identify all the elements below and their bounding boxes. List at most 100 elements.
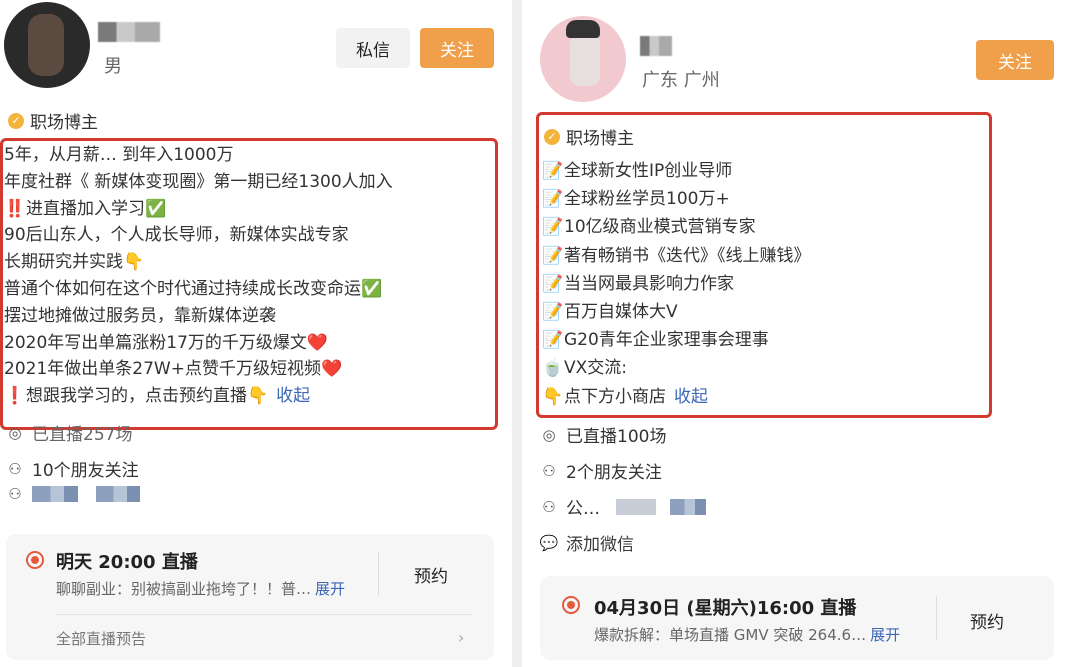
bio-line: 90后山东人，个人成长导师，新媒体实战专家 — [4, 224, 349, 246]
bio-line: 2021年做出单条27W+点赞千万级短视频❤️ — [4, 358, 342, 380]
bio-line-text: G20青年企业家理事会理事 — [564, 330, 769, 351]
add-wechat-text: 添加微信 — [566, 535, 634, 555]
bio-line-text: 10亿级商业模式营销专家 — [564, 217, 756, 238]
follow-button[interactable]: 关注 — [976, 40, 1054, 80]
bio-line: ‼️进直播加入学习✅ — [4, 198, 166, 220]
bio-emoji-icon: 📝 — [542, 217, 564, 238]
live-preview-card[interactable]: 明天 20:00 直播 聊聊副业：别被搞副业拖垮了！！普… 展开 预约 全部直播预… — [6, 534, 494, 660]
person-icon: ⚇ — [8, 485, 22, 503]
bio-emoji-icon: 📝 — [542, 189, 564, 210]
bio-emoji-icon: 📝 — [542, 330, 564, 351]
bio-line-text: VX交流: — [564, 358, 628, 379]
avatar-hair — [566, 20, 600, 38]
bio-line: 📝10亿级商业模式营销专家 — [542, 216, 756, 238]
friends-follow-row[interactable]: ⚇ 10个朋友关注 — [6, 456, 139, 482]
live-count-row: ◎ 已直播100场 — [540, 422, 667, 448]
collapse-link[interactable]: 收起 — [674, 387, 708, 407]
bio-emoji-icon: 📝 — [542, 302, 564, 322]
add-wechat-row[interactable]: 💬 添加微信 — [539, 530, 634, 556]
bio-line: 🍵VX交流: — [542, 357, 627, 379]
blurred-text — [96, 486, 140, 502]
live-ring-icon: ◎ — [8, 423, 22, 442]
bio-line-text: 2021年做出单条27W+点赞千万级短视频❤️ — [4, 359, 343, 380]
live-icon — [26, 551, 44, 569]
bio-line-text: 当当网最具影响力作家 — [564, 273, 734, 294]
live-count-row: ◎ 已直播257场 — [6, 420, 133, 446]
bio-line-text: 普通个体如何在这个时代通过持续成长改变命运✅ — [4, 279, 383, 299]
bio-line: 📝百万自媒体大V — [542, 301, 678, 323]
bio-line-text: 摆过地摊做过服务员，靠新媒体逆袭 — [4, 305, 276, 326]
bio-line-text: 全球新女性IP创业导师 — [564, 161, 733, 181]
blurred-text — [670, 498, 706, 515]
collapse-link[interactable]: 收起 — [276, 386, 310, 406]
follow-button[interactable]: 关注 — [420, 28, 494, 68]
bio-line: 📝G20青年企业家理事会理事 — [542, 329, 769, 351]
bio-line: 长期研究并实践👇 — [4, 251, 144, 273]
bio-emoji-icon: ‼️ — [4, 198, 26, 219]
verified-badge: ✓ 职场博主 — [8, 108, 98, 133]
all-live-previews-link[interactable]: 全部直播预告 — [56, 628, 146, 649]
panel-divider — [512, 0, 522, 667]
live-title: 明天 20:00 直播 — [56, 552, 198, 573]
right-profile-panel: 广东 广州 关注 ✓ 职场博主 📝全球新女性IP创业导师 📝全球粉丝学员100万+… — [522, 0, 1080, 667]
live-description: 聊聊副业：别被搞副业拖垮了！！普… 展开 — [56, 578, 345, 599]
friends-follow-row[interactable]: ⚇ 2个朋友关注 — [540, 458, 662, 484]
reserve-button[interactable]: 预约 — [970, 608, 1004, 633]
bio-line-text: 进直播加入学习✅ — [26, 198, 167, 219]
bio-line-text: 百万自媒体大V — [564, 302, 678, 322]
username-blurred — [98, 22, 160, 42]
expand-link[interactable]: 展开 — [870, 626, 900, 644]
bio-line: 2020年写出单篇涨粉17万的千万级爆文❤️ — [4, 332, 328, 354]
avatar-face — [28, 14, 64, 76]
live-desc-text: 聊聊副业：别被搞副业拖垮了！！普… — [56, 580, 312, 598]
bio-line: 📝著有畅销书《迭代》《线上赚钱》 — [542, 245, 811, 267]
avatar-face — [570, 34, 600, 86]
bio-line: 年度社群《 新媒体变现圈》第一期已经1300人加入 — [4, 171, 393, 193]
reserve-separator — [936, 596, 937, 640]
avatar[interactable] — [540, 16, 626, 102]
live-preview-card[interactable]: 04月30日 (星期六)16:00 直播 爆款拆解：单场直播 GMV 突破 26… — [540, 576, 1054, 660]
live-count-text: 已直播257场 — [32, 425, 133, 445]
bio-line-text: 2020年写出单篇涨粉17万的千万级爆文❤️ — [4, 332, 329, 353]
live-icon — [562, 596, 580, 614]
bio-emoji-icon: 🍵 — [542, 358, 564, 379]
bio-emoji-icon: 👇 — [542, 386, 564, 407]
gender-label: 男 — [104, 56, 122, 77]
reserve-button[interactable]: 预约 — [414, 562, 448, 587]
company-row: ⚇ 公… — [540, 494, 706, 519]
bio-line-text: 全球粉丝学员100万+ — [564, 189, 730, 210]
live-title: 04月30日 (星期六)16:00 直播 — [594, 598, 857, 619]
message-button[interactable]: 私信 — [336, 28, 410, 68]
chat-bubble-icon: 💬 — [539, 533, 559, 552]
verified-icon: ✓ — [544, 128, 560, 145]
bio-emoji-icon: 📝 — [542, 245, 564, 266]
chevron-right-icon[interactable]: › — [458, 628, 464, 647]
expand-link[interactable]: 展开 — [315, 580, 345, 598]
blurred-text — [32, 486, 78, 502]
friends-follow-text: 10个朋友关注 — [32, 461, 139, 481]
location-label: 广东 广州 — [642, 70, 720, 91]
live-count-text: 已直播100场 — [566, 427, 667, 447]
verified-badge: ✓ 职场博主 — [544, 124, 634, 149]
avatar[interactable] — [4, 2, 90, 88]
bio-line-text: 长期研究并实践👇 — [4, 252, 145, 273]
blurred-text — [616, 498, 656, 515]
person-icon: ⚇ — [542, 461, 556, 480]
person-icon: ⚇ — [8, 459, 22, 478]
friends-follow-text: 2个朋友关注 — [566, 463, 662, 483]
live-description: 爆款拆解：单场直播 GMV 突破 264.6… 展开 — [594, 624, 900, 645]
bio-line-text: 著有畅销书《迭代》《线上赚钱》 — [564, 245, 811, 266]
bio-line: 5年，从月薪… 到年入1000万 — [4, 144, 233, 166]
bio-line: 普通个体如何在这个时代通过持续成长改变命运✅ — [4, 278, 382, 300]
bio-line-text: 90后山东人，个人成长导师，新媒体实战专家 — [4, 225, 349, 246]
left-profile-panel: 男 私信 关注 ✓ 职场博主 5年，从月薪… 到年入1000万年度社群《 新媒体… — [0, 0, 512, 667]
bio-line: 📝当当网最具影响力作家 — [542, 273, 734, 295]
username-blurred — [640, 36, 672, 56]
bio-line: ❗想跟我学习的，点击预约直播👇 收起 — [4, 385, 310, 407]
bio-line: 👇点下方小商店 收起 — [542, 386, 708, 408]
verified-icon: ✓ — [8, 112, 24, 129]
bio-line-text: 年度社群《 新媒体变现圈》第一期已经1300人加入 — [4, 171, 393, 192]
bio-line: 📝全球新女性IP创业导师 — [542, 160, 732, 182]
verified-label: 职场博主 — [30, 113, 98, 133]
verified-label: 职场博主 — [566, 129, 634, 149]
